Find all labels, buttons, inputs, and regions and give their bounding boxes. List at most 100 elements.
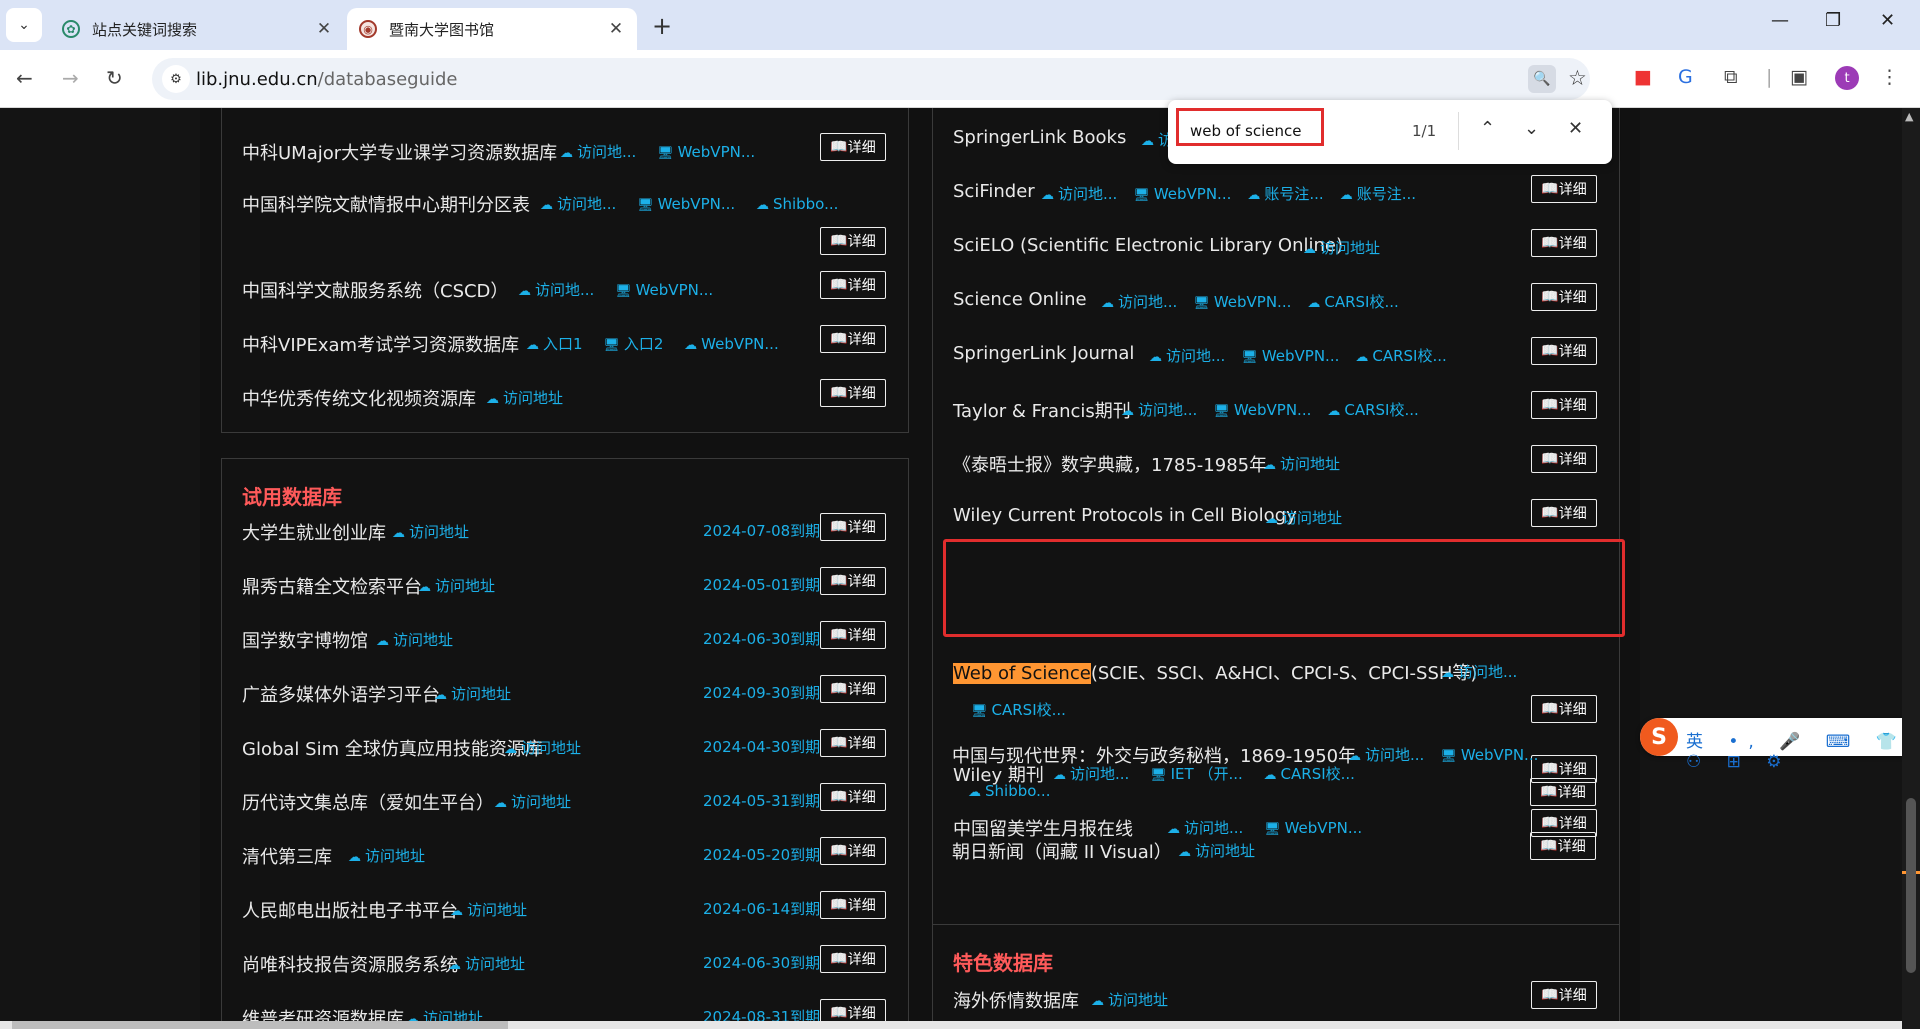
carsi-link[interactable]: ☁ CARSI校... bbox=[1355, 345, 1446, 366]
database-name[interactable]: 历代诗文集总库（爱如生平台） bbox=[242, 789, 494, 815]
extensions-puzzle-icon[interactable]: ⧉ bbox=[1724, 66, 1738, 88]
access-link[interactable]: ☁ 访问地址 bbox=[486, 387, 563, 408]
detail-button[interactable]: 📖 详细 bbox=[1531, 695, 1597, 723]
carsi-link[interactable]: ☁ CARSI校... bbox=[1327, 399, 1418, 420]
access-link[interactable]: ☁ 访问地... bbox=[1101, 291, 1177, 312]
profile-avatar[interactable]: t bbox=[1835, 66, 1859, 90]
access-link[interactable]: ☁ 访问地址 bbox=[504, 737, 581, 758]
vertical-scrollbar[interactable]: ▲ bbox=[1902, 108, 1920, 1029]
webvpn-link[interactable]: 🖥 WebVPN... bbox=[1133, 185, 1231, 203]
shibboleth-link[interactable]: ☁ Shibbo... bbox=[968, 782, 1050, 800]
database-name[interactable]: SpringerLink Books bbox=[953, 127, 1126, 148]
detail-button[interactable]: 📖 详细 bbox=[1531, 499, 1597, 527]
more-menu-icon[interactable]: ⋮ bbox=[1880, 66, 1899, 88]
forward-icon[interactable]: → bbox=[62, 66, 79, 90]
database-name[interactable]: 中国科学院文献情报中心期刊分区表 bbox=[242, 191, 530, 217]
access-link[interactable]: ☁ 访问地址 bbox=[450, 899, 527, 920]
tab-jnu-library[interactable]: ◉ 暨南大学图书馆 ✕ bbox=[347, 8, 637, 50]
database-name[interactable]: 中国科学文献服务系统（CSCD） bbox=[242, 277, 508, 303]
detail-button[interactable]: 📖 详细 bbox=[1531, 391, 1597, 419]
access-link[interactable]: ☁ 访问地址 bbox=[376, 629, 453, 650]
access-link[interactable]: ☁ 访问地址 bbox=[494, 791, 571, 812]
detail-button[interactable]: 📖 详细 bbox=[820, 513, 886, 541]
carsi-link[interactable]: ☁ CARSI校... bbox=[1307, 291, 1398, 312]
scroll-up-icon[interactable]: ▲ bbox=[1905, 110, 1913, 123]
detail-button[interactable]: 📖 详细 bbox=[1531, 445, 1597, 473]
database-name[interactable]: 人民邮电出版社电子书平台 bbox=[242, 897, 458, 923]
database-name[interactable]: 清代第三库 bbox=[242, 843, 332, 869]
detail-button[interactable]: 📖 详细 bbox=[820, 227, 886, 255]
address-bar[interactable]: ⚙ lib.jnu.edu.cn/databaseguide 🔍 ☆ bbox=[152, 58, 1590, 100]
database-name[interactable]: Wiley Current Protocols in Cell Biology bbox=[953, 505, 1297, 526]
tab-site-search[interactable]: ✿ 站点关键词搜索 ✕ bbox=[50, 8, 345, 50]
detail-button[interactable]: 📖 详细 bbox=[1531, 229, 1597, 257]
ime-toolbar[interactable]: S 英 •, 🎤 ⌨ 👕 ⚇ ⊞ ⚙ bbox=[1640, 718, 1920, 772]
carsi-link[interactable]: 🖥 CARSI校... bbox=[971, 699, 1066, 720]
webvpn-link[interactable]: 🖥 WebVPN... bbox=[1241, 347, 1339, 365]
webvpn-link[interactable]: 🖥 WebVPN... bbox=[637, 195, 735, 213]
access-link[interactable]: ☁ 访问地址 bbox=[1265, 507, 1342, 528]
detail-button[interactable]: 📖 详细 bbox=[820, 837, 886, 865]
horizontal-scrollbar[interactable] bbox=[0, 1021, 1902, 1029]
database-name[interactable]: SciELO (Scientific Electronic Library On… bbox=[953, 235, 1343, 256]
access-link[interactable]: ☁ 访问地... bbox=[1441, 661, 1517, 682]
database-name[interactable]: 中科VIPExam考试学习资源数据库 bbox=[242, 331, 519, 357]
horizontal-scroll-thumb[interactable] bbox=[12, 1021, 508, 1029]
minimize-icon[interactable]: — bbox=[1771, 10, 1789, 31]
webvpn-link[interactable]: 🖥 WebVPN... bbox=[615, 281, 713, 299]
access-link[interactable]: ☁ 访问地... bbox=[518, 279, 594, 300]
access-link[interactable]: ☁ 访问地址 bbox=[1178, 840, 1255, 861]
detail-button[interactable]: 📖 详细 bbox=[1531, 283, 1597, 311]
database-name[interactable]: Taylor & Francis期刊 bbox=[953, 397, 1131, 423]
database-name[interactable]: 国学数字博物馆 bbox=[242, 627, 368, 653]
find-in-page-icon[interactable]: 🔍 bbox=[1528, 65, 1556, 93]
find-previous-icon[interactable]: ⌃ bbox=[1480, 118, 1495, 139]
detail-button[interactable]: 📖 详细 bbox=[820, 621, 886, 649]
webvpn-link[interactable]: ☁ WebVPN... bbox=[684, 335, 779, 353]
access-link[interactable]: ☁ 访问地... bbox=[1348, 744, 1424, 765]
entry-link[interactable]: 🖥 入口2 bbox=[603, 333, 663, 354]
access-link[interactable]: ☁ 访问地址 bbox=[348, 845, 425, 866]
webvpn-link[interactable]: 🖥 WebVPN... bbox=[1193, 293, 1291, 311]
database-name[interactable]: 鼎秀古籍全文检索平台 bbox=[242, 573, 422, 599]
url-text[interactable]: lib.jnu.edu.cn/databaseguide bbox=[196, 69, 457, 90]
restore-icon[interactable]: ❐ bbox=[1825, 10, 1841, 31]
access-link[interactable]: ☁ 访问地址 bbox=[1303, 237, 1380, 258]
database-name[interactable]: 朝日新闻（闻藏 II Visual） bbox=[952, 838, 1172, 864]
database-name[interactable]: 广益多媒体外语学习平台 bbox=[242, 681, 440, 707]
detail-button[interactable]: 📖 详细 bbox=[820, 325, 886, 353]
detail-button[interactable]: 📖 详细 bbox=[820, 675, 886, 703]
database-name[interactable]: 尚唯科技报告资源服务系统 bbox=[242, 951, 458, 977]
database-name[interactable]: SpringerLink Journal bbox=[953, 343, 1134, 364]
access-link[interactable]: ☁ 访问地址 bbox=[448, 953, 525, 974]
access-link[interactable]: ☁ 访问地... bbox=[1041, 183, 1117, 204]
access-link[interactable]: ☁ 访问地址 bbox=[418, 575, 495, 596]
database-name[interactable]: Science Online bbox=[953, 289, 1087, 310]
back-icon[interactable]: ← bbox=[16, 66, 33, 90]
find-input[interactable]: web of science bbox=[1176, 108, 1324, 146]
detail-button[interactable]: 📖 详细 bbox=[1530, 778, 1596, 806]
access-link[interactable]: ☁ 访问地... bbox=[560, 141, 636, 162]
database-name[interactable]: 中科UMajor大学专业课学习资源数据库 bbox=[242, 139, 557, 165]
access-link[interactable]: ☁ 访问地址 bbox=[1263, 453, 1340, 474]
shibboleth-link[interactable]: ☁ Shibbo... bbox=[756, 195, 838, 213]
access-link[interactable]: ☁ 访问地址 bbox=[1091, 989, 1168, 1010]
detail-button[interactable]: 📖 详细 bbox=[1530, 832, 1596, 860]
bookmark-star-icon[interactable]: ☆ bbox=[1568, 66, 1587, 90]
detail-button[interactable]: 📖 详细 bbox=[820, 891, 886, 919]
entry-link[interactable]: ☁ 入口1 bbox=[526, 333, 583, 354]
webvpn-link[interactable]: 🖥 WebVPN... bbox=[657, 143, 755, 161]
access-link[interactable]: ☁ 访问地... bbox=[540, 193, 616, 214]
detail-button[interactable]: 📖 详细 bbox=[820, 133, 886, 161]
detail-button[interactable]: 📖 详细 bbox=[820, 567, 886, 595]
extension-red-icon[interactable]: ■ bbox=[1634, 66, 1652, 88]
reload-icon[interactable]: ↻ bbox=[106, 66, 123, 90]
database-name[interactable]: 中华优秀传统文化视频资源库 bbox=[242, 385, 476, 411]
translate-extension-icon[interactable]: G bbox=[1678, 66, 1693, 88]
find-close-icon[interactable]: ✕ bbox=[1568, 118, 1583, 139]
new-tab-icon[interactable]: + bbox=[652, 12, 672, 40]
access-link[interactable]: ☁ 账号注... bbox=[1247, 183, 1323, 204]
database-name[interactable]: Global Sim 全球仿真应用技能资源库 bbox=[242, 735, 543, 761]
database-name[interactable]: SciFinder bbox=[953, 181, 1035, 202]
detail-button[interactable]: 📖 详细 bbox=[820, 271, 886, 299]
